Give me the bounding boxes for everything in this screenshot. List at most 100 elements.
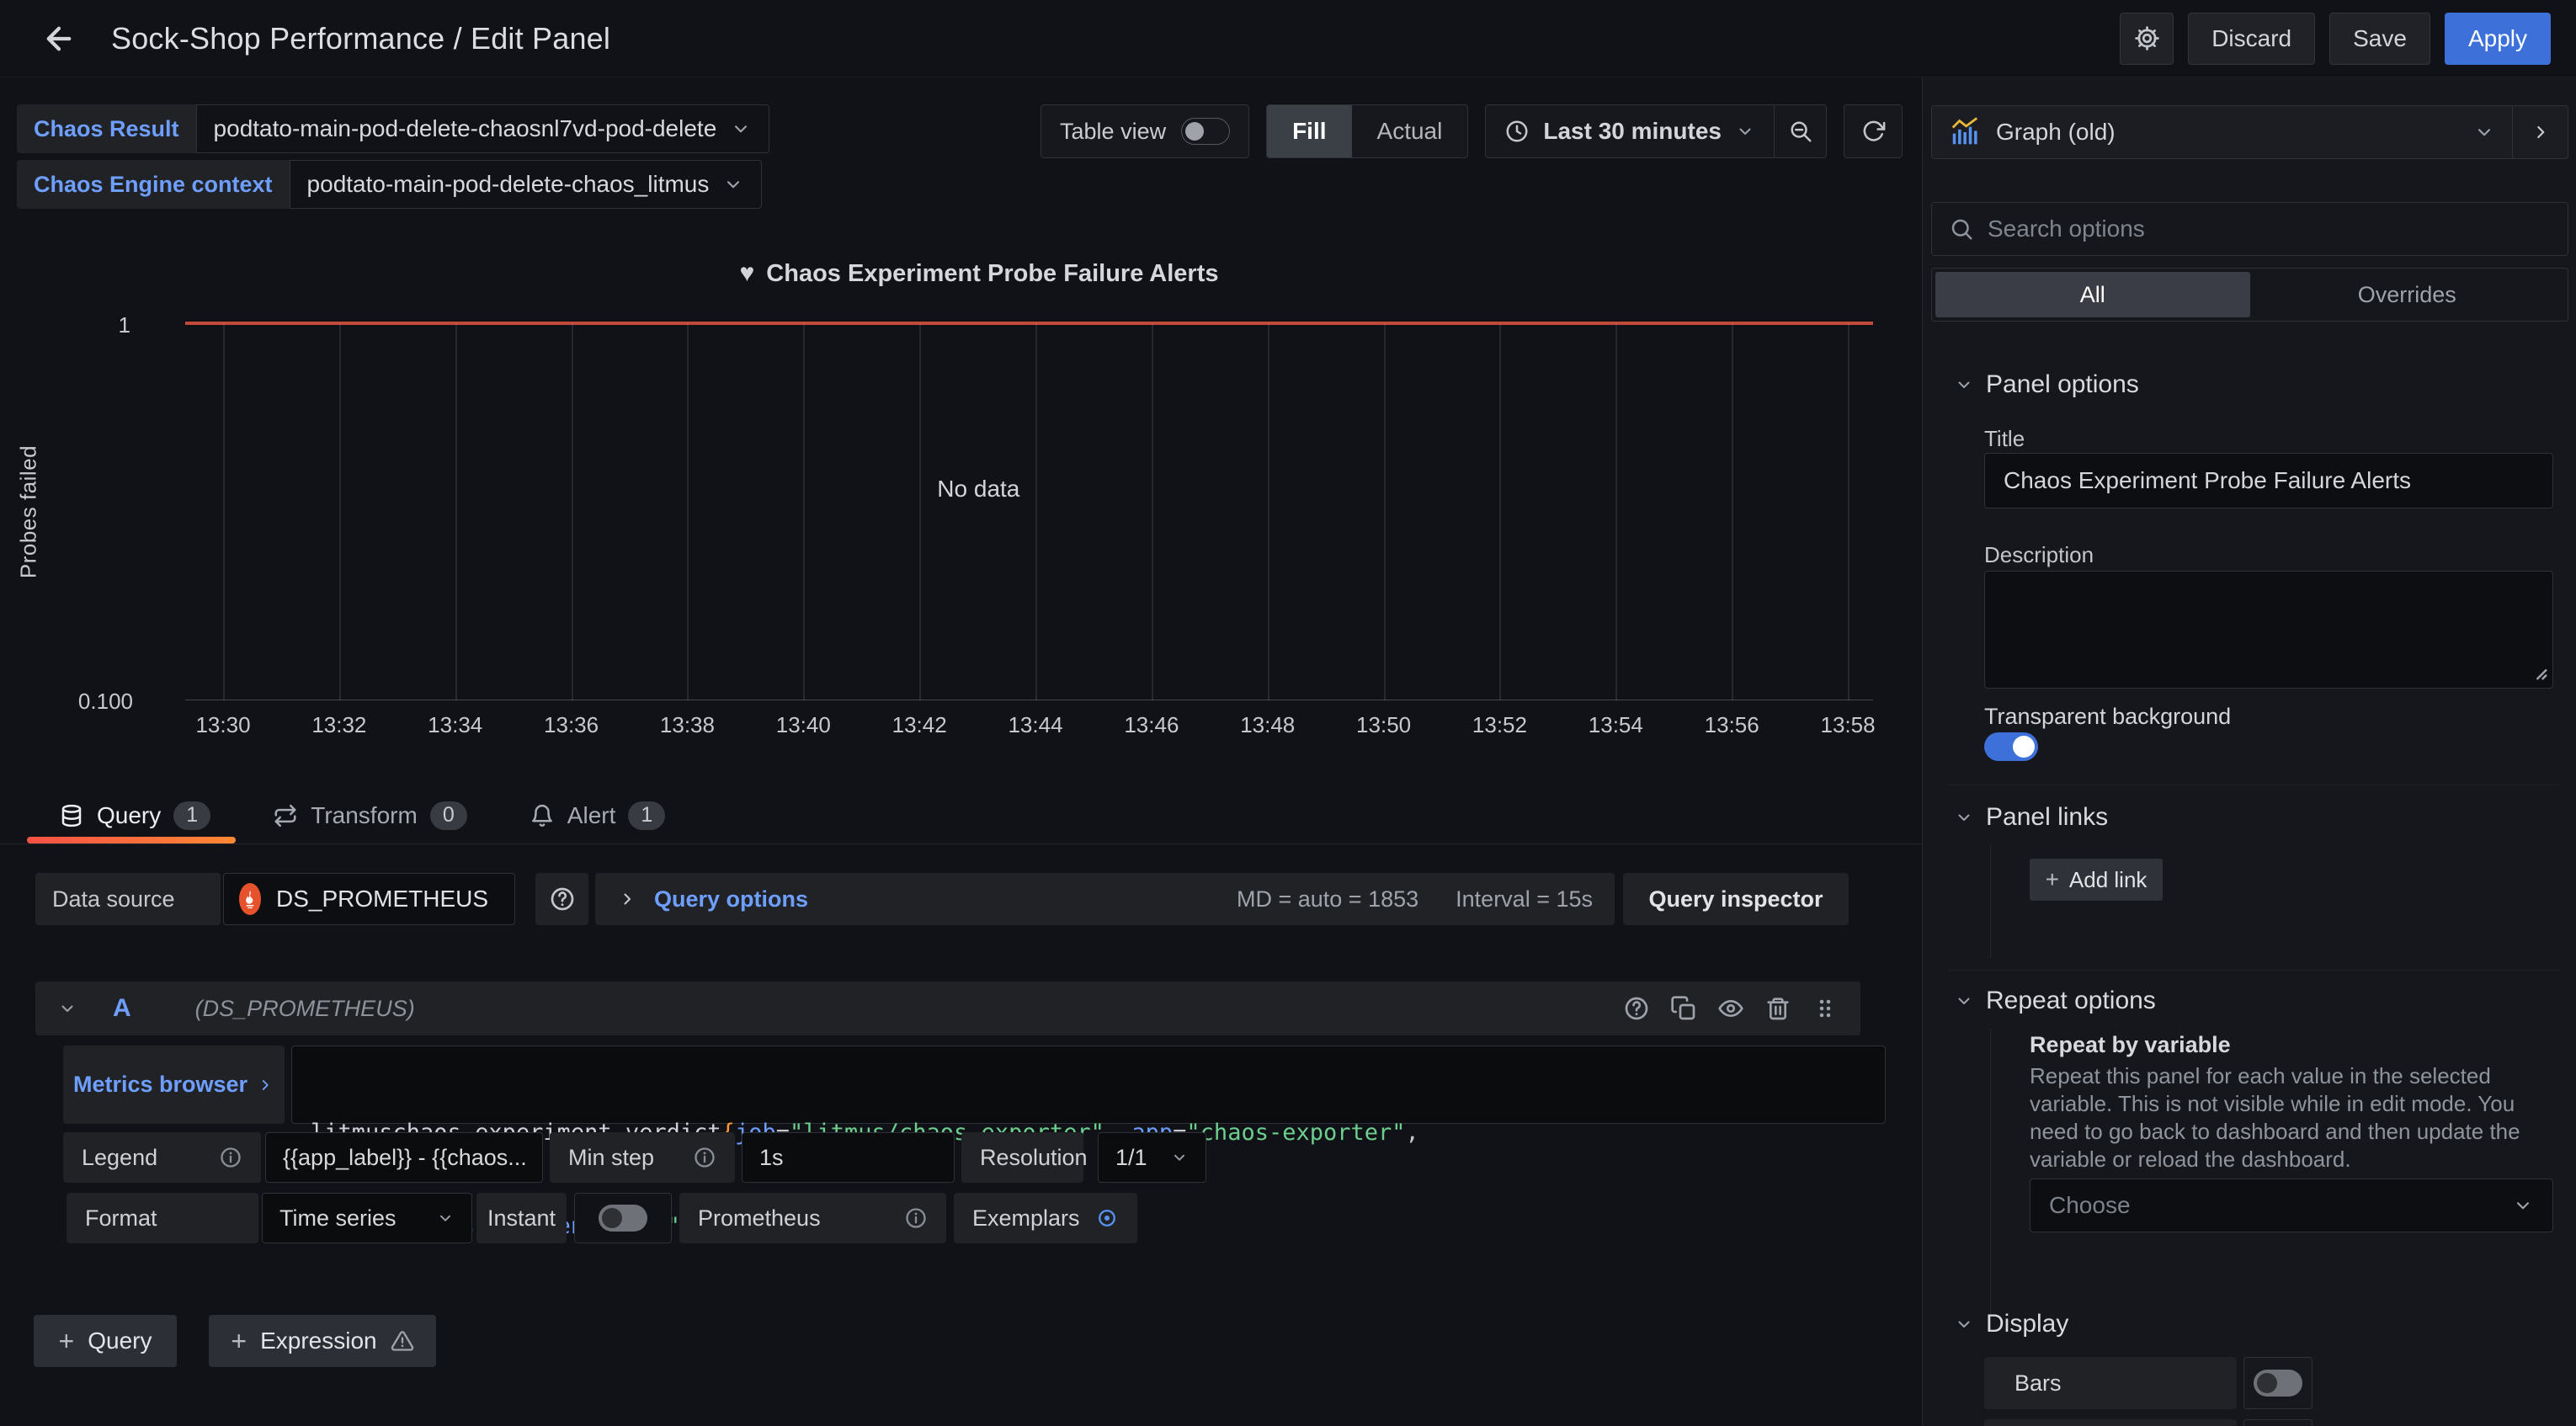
- section-display[interactable]: Display: [1954, 1310, 2068, 1338]
- next-option-label: [1984, 1419, 2237, 1426]
- warning-icon: [391, 1329, 414, 1353]
- time-range-picker[interactable]: Last 30 minutes: [1486, 118, 1774, 145]
- interval-text: Interval = 15s: [1456, 886, 1593, 913]
- gridline: [1499, 323, 1501, 700]
- add-query-button[interactable]: + Query: [34, 1315, 177, 1367]
- metrics-browser-label: Metrics browser: [73, 1072, 247, 1098]
- variable-value: podtato-main-pod-delete-chaos_litmus: [307, 171, 710, 198]
- gridline: [1268, 323, 1269, 700]
- max-data-points-text: MD = auto = 1853: [1237, 886, 1418, 913]
- variable-chaos-result: Chaos Result podtato-main-pod-delete-cha…: [17, 104, 769, 153]
- bars-toggle-box: [2243, 1357, 2313, 1409]
- search-options-input[interactable]: [1988, 215, 2551, 242]
- help-icon[interactable]: [1623, 995, 1650, 1022]
- metrics-browser-button[interactable]: Metrics browser: [63, 1046, 285, 1124]
- y-tick-label: 1: [38, 312, 130, 338]
- promql-editor[interactable]: litmuschaos_experiment_verdict{job="litm…: [291, 1046, 1886, 1124]
- transparent-background-toggle[interactable]: [1984, 732, 2038, 761]
- query-row-header[interactable]: A (DS_PROMETHEUS): [35, 982, 1860, 1035]
- back-button[interactable]: [37, 17, 81, 61]
- apply-button[interactable]: Apply: [2445, 13, 2551, 65]
- bars-toggle[interactable]: [2254, 1370, 2302, 1397]
- add-expression-button[interactable]: + Expression: [209, 1315, 436, 1367]
- chevron-down-icon: [1170, 1148, 1189, 1167]
- variable-chaos-engine-context: Chaos Engine context podtato-main-pod-de…: [17, 160, 762, 209]
- x-tick-label: 13:36: [544, 712, 599, 738]
- angle-right-icon: [617, 889, 637, 909]
- eye-icon[interactable]: [1717, 995, 1744, 1022]
- panel-description-textarea[interactable]: [1984, 571, 2553, 689]
- variable-value-dropdown[interactable]: podtato-main-pod-delete-chaosnl7vd-pod-d…: [196, 104, 770, 153]
- gridline: [1732, 323, 1733, 700]
- query-options-bar[interactable]: Query options MD = auto = 1853 Interval …: [595, 873, 1615, 925]
- trash-icon[interactable]: [1764, 995, 1791, 1022]
- search-icon: [1949, 216, 1974, 242]
- tab-label: Query: [97, 802, 161, 829]
- datasource-picker[interactable]: DS_PROMETHEUS: [223, 873, 515, 925]
- options-search: [1931, 202, 2568, 256]
- variable-value-dropdown[interactable]: podtato-main-pod-delete-chaos_litmus: [290, 160, 763, 209]
- query-inspector-button[interactable]: Query inspector: [1623, 873, 1849, 925]
- zoom-out-button[interactable]: [1774, 105, 1826, 157]
- add-query-label: Query: [88, 1328, 152, 1354]
- tab-query[interactable]: Query 1: [59, 787, 210, 843]
- chevron-down-icon: [1954, 991, 1974, 1011]
- tab-transform[interactable]: Transform 0: [273, 787, 467, 843]
- info-icon: [904, 1206, 928, 1230]
- datasource-help-button[interactable]: [535, 873, 588, 925]
- legend-input[interactable]: [265, 1132, 543, 1183]
- gridline: [919, 323, 921, 700]
- add-link-button[interactable]: + Add link: [2030, 859, 2163, 901]
- section-divider: [1948, 970, 2560, 971]
- table-view-toggle[interactable]: [1181, 118, 1230, 145]
- chevron-down-icon: [2473, 121, 2495, 143]
- save-button[interactable]: Save: [2329, 13, 2430, 65]
- section-heading: Display: [1986, 1310, 2068, 1338]
- min-step-input[interactable]: [742, 1132, 955, 1183]
- section-indent-line: [1990, 1029, 1991, 1315]
- resize-handle-icon[interactable]: [2524, 657, 2549, 682]
- database-icon: [59, 803, 84, 828]
- refresh-button[interactable]: [1844, 104, 1903, 158]
- fill-option[interactable]: Fill: [1267, 105, 1351, 157]
- tab-overrides[interactable]: Overrides: [2250, 272, 2565, 317]
- variable-label: Chaos Engine context: [17, 160, 290, 209]
- query-options-stats: MD = auto = 1853 Interval = 15s: [1237, 886, 1593, 913]
- variable-value: podtato-main-pod-delete-chaosnl7vd-pod-d…: [214, 115, 717, 142]
- datasource-label: Data source: [35, 873, 221, 925]
- legend-options-row: Legend Min step Resolution 1/1: [63, 1132, 1206, 1183]
- x-tick-label: 13:52: [1472, 712, 1527, 738]
- discard-button[interactable]: Discard: [2188, 13, 2315, 65]
- repeat-variable-select[interactable]: Choose: [2030, 1179, 2553, 1232]
- transparent-background-label: Transparent background: [1984, 704, 2231, 730]
- section-heading: Panel links: [1986, 803, 2108, 832]
- toggle-viz-picker-button[interactable]: [2513, 105, 2568, 159]
- resolution-select[interactable]: 1/1: [1098, 1132, 1206, 1183]
- actual-option[interactable]: Actual: [1352, 105, 1468, 157]
- repeat-description: Repeat this panel for each value in the …: [2030, 1062, 2560, 1173]
- time-range-label: Last 30 minutes: [1543, 118, 1722, 145]
- section-repeat-options[interactable]: Repeat options: [1954, 987, 2156, 1015]
- x-tick-label: 13:34: [428, 712, 482, 738]
- next-option-toggle-box: [2243, 1419, 2313, 1426]
- instant-toggle[interactable]: [599, 1205, 647, 1232]
- copy-icon[interactable]: [1670, 995, 1697, 1022]
- section-panel-options[interactable]: Panel options: [1954, 370, 2139, 399]
- visualization-select[interactable]: Graph (old): [1931, 105, 2513, 159]
- choose-placeholder: Choose: [2049, 1192, 2131, 1219]
- section-panel-links[interactable]: Panel links: [1954, 803, 2108, 832]
- plot-area[interactable]: No data 13:3013:3213:3413:3613:3813:4013…: [185, 323, 1873, 700]
- tab-all[interactable]: All: [1935, 272, 2250, 317]
- plus-icon: +: [59, 1328, 75, 1354]
- legend-label: Legend: [82, 1145, 157, 1171]
- exemplars-icon[interactable]: [1095, 1206, 1119, 1230]
- drag-handle-icon[interactable]: [1812, 995, 1839, 1022]
- tab-alert[interactable]: Alert 1: [530, 787, 666, 843]
- format-select[interactable]: Time series: [262, 1193, 472, 1243]
- panel-title-input[interactable]: [1984, 453, 2553, 508]
- options-filter-tabs: All Overrides: [1931, 268, 2568, 322]
- variable-label: Chaos Result: [17, 104, 196, 153]
- exemplars-label: Exemplars: [972, 1205, 1080, 1232]
- chevron-down-icon: [1954, 1314, 1974, 1334]
- panel-settings-button[interactable]: [2120, 13, 2174, 65]
